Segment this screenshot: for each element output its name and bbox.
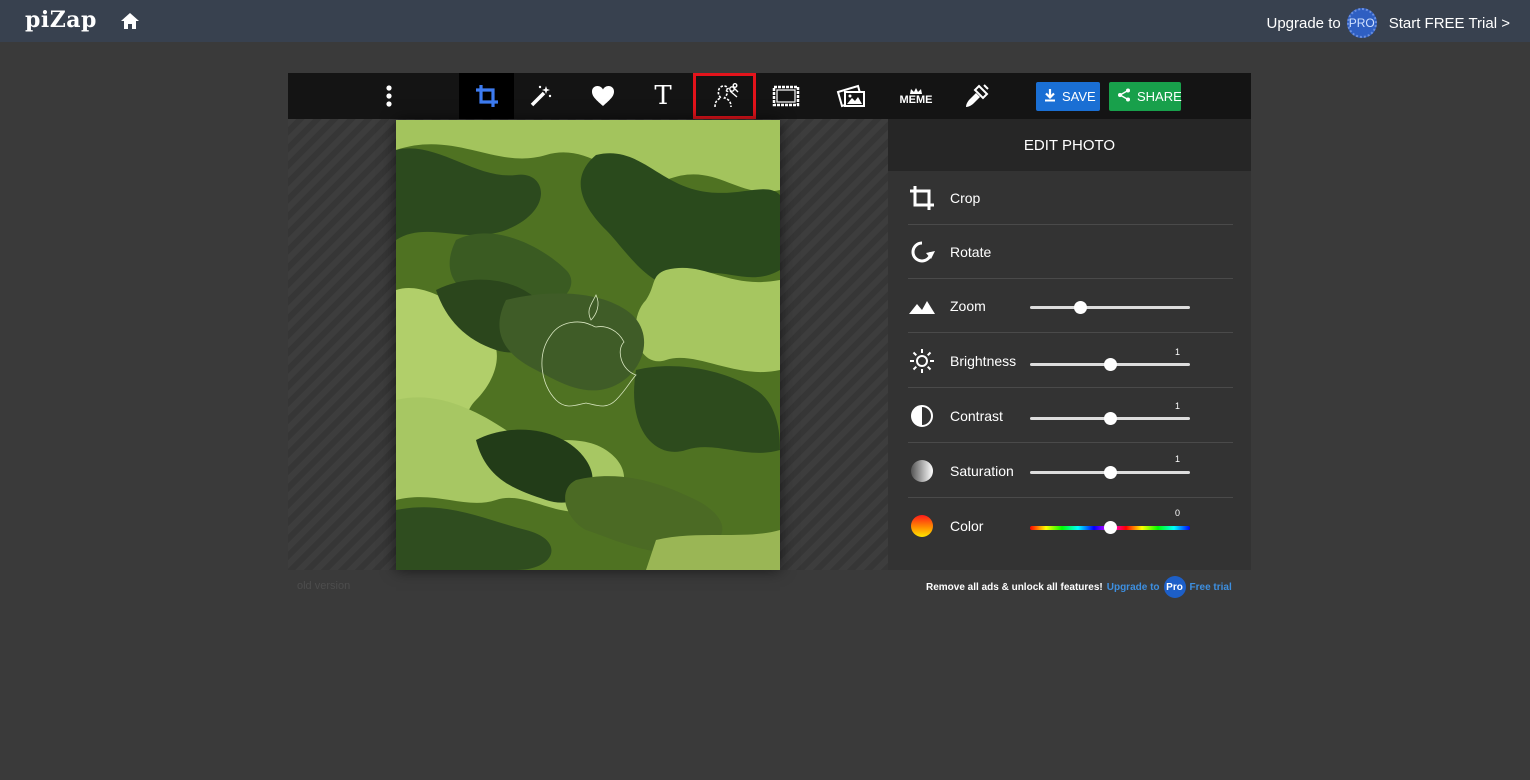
crop-icon [908,184,936,212]
editor-toolbar: T MEME SAVE SHARE [288,73,1251,119]
start-free-trial-link[interactable]: Start FREE Trial > [1389,15,1510,32]
tool-crop[interactable] [459,73,514,119]
color-wheel-icon [908,512,936,540]
meme-icon: MEME [899,93,933,106]
download-icon [1044,88,1062,105]
edit-row-label: Saturation [950,462,1014,479]
contrast-value: 1 [1175,401,1181,411]
camouflage-photo [396,120,780,570]
tool-meme[interactable]: MEME [899,73,933,119]
edit-row-label: Zoom [950,297,986,314]
tool-paint[interactable] [962,73,992,119]
vertical-dots-icon [386,85,392,107]
zoom-slider-knob[interactable] [1073,301,1087,314]
edit-row-label: Rotate [950,243,992,260]
border-frame-icon [772,85,800,107]
tool-effects[interactable] [526,73,556,119]
upgrade-pro: Upgrade to PRO Start FREE Trial > [1266,8,1510,38]
mountain-icon [908,292,936,320]
save-label: SAVE [1062,89,1096,104]
edit-row-brightness: Brightness 1 [908,334,1233,388]
color-value: 0 [1175,508,1181,518]
color-slider-knob[interactable] [1104,521,1117,534]
crop-icon [475,84,499,108]
contrast-slider[interactable] [1030,412,1190,425]
tool-stickers[interactable] [588,73,618,119]
edit-row-label: Crop [950,189,981,206]
brightness-value: 1 [1175,347,1181,357]
pro-badge[interactable]: Pro [1163,576,1186,598]
paint-brush-icon [964,83,990,109]
tool-text[interactable]: T [648,73,678,119]
footer-promo: Remove all ads & unlock all features! Up… [926,576,1232,598]
sun-icon [908,347,936,375]
cutout-icon [711,83,739,109]
saturation-icon [908,457,936,485]
photo-collage-icon [836,84,866,108]
edit-row-label: Color [950,518,984,534]
brightness-slider[interactable] [1030,358,1190,371]
edit-row-label: Brightness [950,352,1017,369]
panel-title: EDIT PHOTO [888,119,1251,171]
photo-canvas[interactable] [396,120,780,570]
tool-collage[interactable] [833,73,869,119]
share-label: SHARE [1137,89,1182,104]
edit-row-zoom: Zoom [908,279,1233,333]
magic-wand-icon [529,84,553,108]
edit-row-crop[interactable]: Crop [908,171,1233,225]
edit-photo-panel: EDIT PHOTO Crop Rotate Zoom Brightness 1… [888,119,1251,570]
home-icon[interactable] [120,11,140,31]
pro-badge[interactable]: PRO [1346,8,1377,38]
rotate-icon [908,238,936,266]
save-button[interactable]: SAVE [1036,82,1100,111]
promo-text: Remove all ads & unlock all features! [926,581,1103,593]
saturation-slider[interactable] [1030,466,1190,479]
edit-row-saturation: Saturation 1 [908,444,1233,498]
contrast-slider-knob[interactable] [1104,412,1117,425]
photo-editor: T MEME SAVE SHARE EDIT PHOTO Crop Rotate… [288,73,1251,570]
upgrade-label: Upgrade to [1266,14,1341,32]
tool-borders[interactable] [770,73,802,119]
more-menu-button[interactable] [374,73,404,119]
contrast-icon [908,402,936,430]
top-bar: piZap Upgrade to PRO Start FREE Trial > [0,0,1530,42]
heart-icon [591,85,615,107]
edit-row-label: Contrast [950,407,1003,424]
saturation-slider-knob[interactable] [1104,466,1117,479]
pizap-logo[interactable]: piZap [25,7,97,33]
share-button[interactable]: SHARE [1109,82,1182,111]
edit-row-color: Color 0 [908,499,1233,553]
free-trial-link[interactable]: Free trial [1190,582,1232,593]
color-slider[interactable] [1030,521,1190,534]
edit-row-contrast: Contrast 1 [908,389,1233,443]
tool-cutout[interactable] [693,73,756,119]
edit-row-rotate[interactable]: Rotate [908,225,1233,279]
brightness-slider-knob[interactable] [1104,358,1117,371]
canvas-area[interactable] [288,119,888,570]
saturation-value: 1 [1175,454,1181,464]
share-icon [1117,88,1137,105]
upgrade-link[interactable]: Upgrade to [1107,582,1160,593]
text-icon: T [654,81,672,111]
zoom-slider[interactable] [1030,301,1190,314]
old-version-link[interactable]: old version [297,580,350,592]
